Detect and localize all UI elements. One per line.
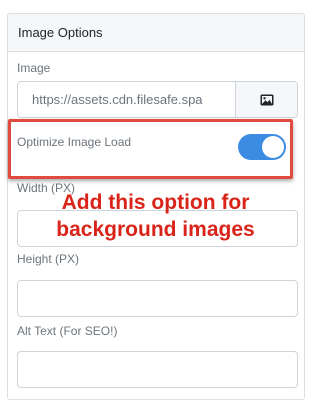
- height-input[interactable]: [17, 280, 298, 317]
- alt-text-input[interactable]: [17, 351, 298, 388]
- panel-header: Image Options: [8, 14, 304, 52]
- panel-title: Image Options: [18, 25, 103, 40]
- annotation-line-2: background images: [56, 218, 255, 241]
- annotation-callout: Add this option for background images: [0, 189, 311, 243]
- height-label: Height (PX): [17, 252, 80, 266]
- image-picker-button[interactable]: [235, 82, 297, 117]
- image-icon: [260, 94, 273, 105]
- alt-text-label: Alt Text (For SEO!): [17, 324, 118, 338]
- image-label: Image: [17, 61, 51, 75]
- annotation-line-1: Add this option for: [61, 191, 250, 214]
- image-url-input[interactable]: [18, 82, 235, 117]
- image-input-group: [17, 81, 298, 118]
- highlight-box: [8, 119, 293, 179]
